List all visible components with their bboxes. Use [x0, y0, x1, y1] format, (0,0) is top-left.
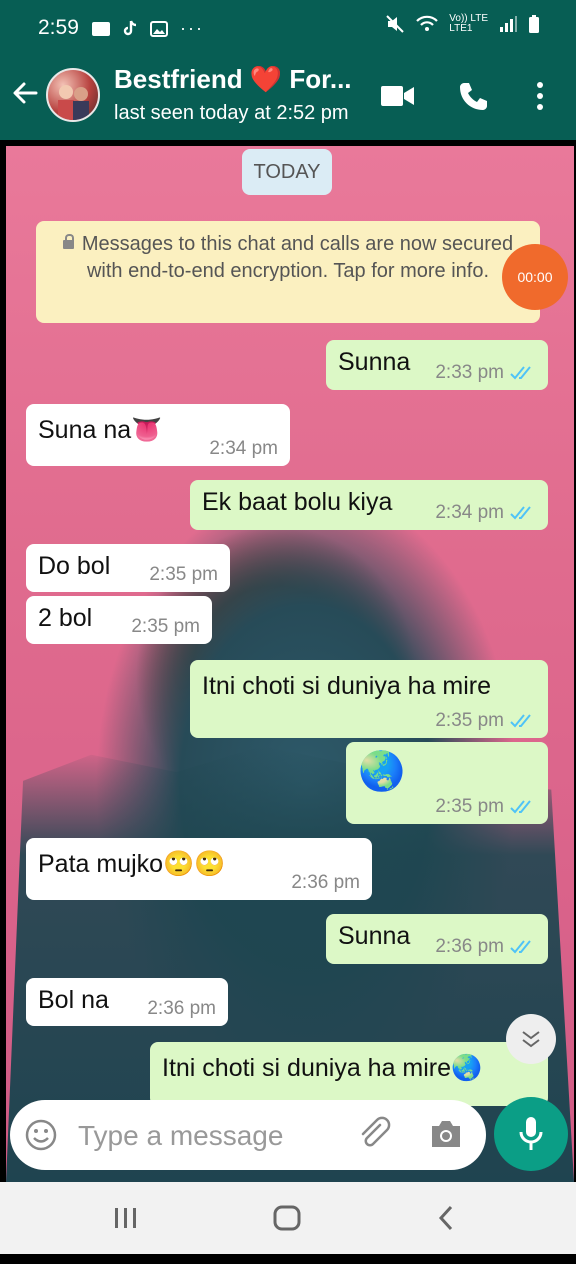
message-bubble[interactable]: Pata mujko🙄🙄 2:36 pm: [26, 838, 372, 900]
chevron-down-icon: [522, 1031, 540, 1048]
contact-name[interactable]: Bestfriend ❤️ For...: [114, 64, 352, 95]
message-time: 2:36 pm: [147, 998, 216, 1019]
message-text: Itni choti si duniya ha mire🌏: [162, 1054, 483, 1082]
date-chip: TODAY: [242, 149, 332, 195]
home-icon[interactable]: [272, 1204, 302, 1232]
message-bubble[interactable]: 🌏 2:35 pm: [346, 742, 548, 824]
camera-icon[interactable]: [428, 1118, 464, 1150]
recents-icon[interactable]: [112, 1206, 140, 1230]
double-tick-icon: [510, 800, 531, 814]
message-time: 2:33 pm: [435, 362, 504, 383]
message-text: Sunna: [338, 348, 411, 376]
status-bar: 2:59 ··· Vo)) LTE LTE1: [0, 0, 576, 56]
message-meta: 2:33 pm: [435, 362, 536, 384]
chat-area[interactable]: TODAY Messages to this chat and calls ar…: [6, 146, 574, 1182]
message-bubble[interactable]: Ek baat bolu kiya 2:34 pm: [190, 480, 548, 530]
message-composer[interactable]: Type a message: [10, 1100, 486, 1170]
avatar[interactable]: [46, 68, 100, 122]
attach-icon[interactable]: [356, 1116, 392, 1152]
message-bubble[interactable]: Sunna 2:36 pm: [326, 914, 548, 964]
message-time: 2:35 pm: [435, 710, 504, 731]
message-meta: 2:36 pm: [147, 998, 216, 1020]
double-tick-icon: [510, 714, 531, 728]
message-meta: 2:36 pm: [435, 936, 536, 958]
more-notifications-icon: ···: [180, 18, 204, 38]
message-bubble[interactable]: 2 bol 2:35 pm: [26, 596, 212, 644]
message-time: 2:34 pm: [435, 502, 504, 523]
system-nav-bar: [0, 1182, 576, 1254]
message-time: 2:36 pm: [291, 872, 360, 893]
message-meta: 2:34 pm: [209, 438, 278, 460]
message-meta: 2:35 pm: [435, 796, 536, 818]
message-text: Do bol: [38, 552, 111, 580]
message-time: 2:36 pm: [435, 936, 504, 957]
back-arrow-icon[interactable]: [10, 78, 40, 108]
system-icons: Vo)) LTE LTE1: [385, 14, 540, 34]
message-bubble[interactable]: Suna na👅 2:34 pm: [26, 404, 290, 466]
message-text: Ek baat bolu kiya: [202, 488, 393, 516]
status-time: 2:59: [38, 16, 79, 39]
encryption-notice[interactable]: Messages to this chat and calls are now …: [36, 221, 540, 323]
avatar-photo: [58, 85, 89, 120]
message-text: Itni choti si duniya ha mire: [202, 672, 492, 700]
more-vert-icon[interactable]: [530, 80, 550, 112]
bottom-edge: [0, 1254, 576, 1264]
message-bubble[interactable]: Itni choti si duniya ha mire🌏: [150, 1042, 548, 1106]
message-bubble[interactable]: Bol na 2:36 pm: [26, 978, 228, 1026]
notification-icons: ···: [92, 18, 204, 39]
double-tick-icon: [510, 366, 531, 380]
lock-icon: [62, 234, 74, 249]
message-meta: 2:36 pm: [291, 872, 360, 894]
last-seen: last seen today at 2:52 pm: [114, 102, 349, 124]
double-tick-icon: [510, 506, 531, 520]
message-bubble[interactable]: Do bol 2:35 pm: [26, 544, 230, 592]
tiktok-icon: [123, 20, 137, 35]
message-meta: 2:35 pm: [435, 710, 536, 732]
double-tick-icon: [510, 940, 531, 954]
message-text: Bol na: [38, 986, 109, 1014]
gallery-icon: [150, 20, 168, 37]
message-time: 2:35 pm: [435, 796, 504, 817]
overlay-timer[interactable]: 00:00: [502, 244, 568, 310]
mute-icon: [386, 15, 404, 33]
mic-button[interactable]: [494, 1097, 568, 1171]
message-time: 2:34 pm: [209, 438, 278, 459]
message-bubble[interactable]: Sunna 2:33 pm: [326, 340, 548, 390]
scroll-to-bottom-button[interactable]: [506, 1014, 556, 1064]
message-text: Pata mujko🙄🙄: [38, 850, 226, 878]
network-label: Vo)) LTE LTE1: [449, 13, 488, 34]
message-text: 🌏: [358, 751, 406, 793]
emoji-icon[interactable]: [24, 1118, 58, 1152]
signal-icon: [500, 16, 517, 32]
message-bubble[interactable]: Itni choti si duniya ha mire 2:35 pm: [190, 660, 548, 738]
message-input[interactable]: Type a message: [78, 1120, 283, 1152]
message-time: 2:35 pm: [149, 564, 218, 585]
video-notification-icon: [92, 21, 110, 36]
mic-icon: [519, 1117, 543, 1150]
message-time: 2:35 pm: [131, 616, 200, 637]
message-text: 2 bol: [38, 604, 93, 632]
chat-header: Bestfriend ❤️ For... last seen today at …: [0, 56, 576, 140]
message-text: Suna na👅: [38, 416, 163, 444]
message-meta: 2:35 pm: [149, 564, 218, 586]
battery-icon: [529, 15, 539, 33]
message-meta: 2:34 pm: [435, 502, 536, 524]
nav-back-icon[interactable]: [436, 1204, 456, 1232]
video-call-icon[interactable]: [380, 84, 416, 108]
wifi-icon: [416, 15, 439, 31]
message-text: Sunna: [338, 922, 411, 950]
message-meta: 2:35 pm: [131, 616, 200, 638]
phone-icon[interactable]: [456, 80, 490, 114]
